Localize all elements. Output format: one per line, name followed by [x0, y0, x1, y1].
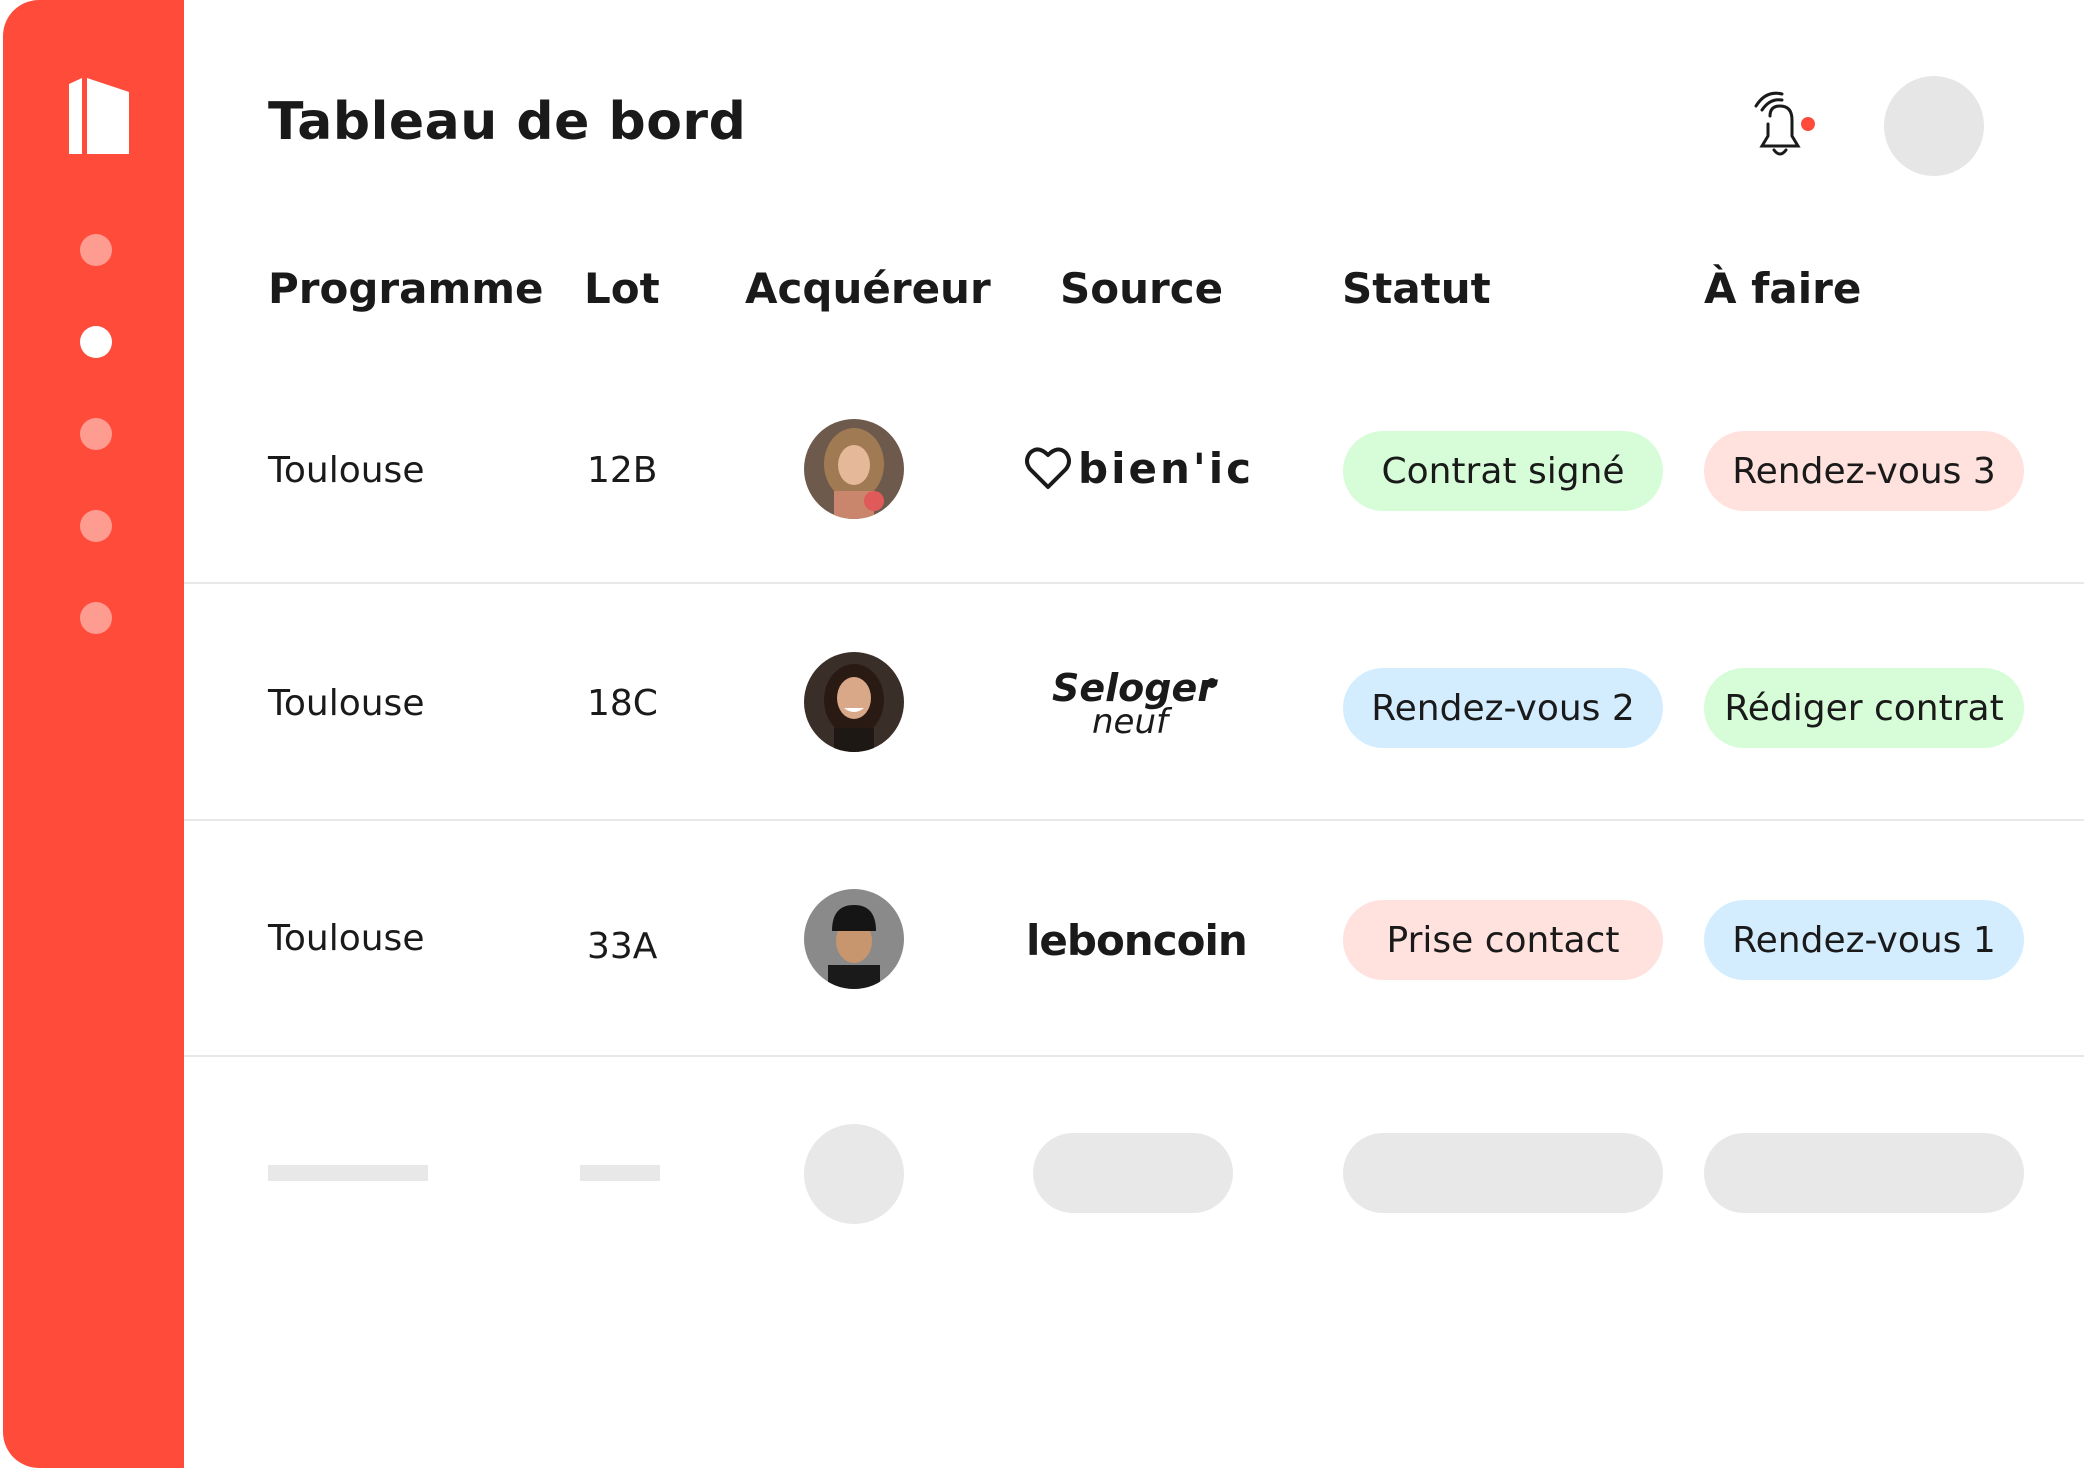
row-divider	[184, 1055, 2084, 1057]
source-logo-seloger-neuf: Seloger neuf	[1020, 655, 1250, 745]
column-header-statut: Statut	[1342, 264, 1491, 313]
skeleton-avatar	[804, 1124, 904, 1224]
sidebar-item-3[interactable]	[80, 418, 112, 450]
sidebar	[3, 0, 184, 1468]
source-name: leboncoin	[1026, 916, 1247, 965]
todo-badge[interactable]: Rendez-vous 3	[1704, 431, 2024, 511]
status-badge[interactable]: Contrat signé	[1343, 431, 1663, 511]
column-header-acquereur: Acquéreur	[745, 264, 991, 313]
todo-badge[interactable]: Rendez-vous 1	[1704, 900, 2024, 980]
source-logo-leboncoin: leboncoin	[1020, 895, 1250, 985]
row-divider	[184, 819, 2084, 821]
lot-cell: 12B	[587, 450, 658, 491]
sidebar-item-2-active[interactable]	[80, 326, 112, 358]
notification-bell-icon[interactable]	[1748, 88, 1820, 164]
buyer-avatar	[804, 652, 904, 752]
row-divider	[184, 582, 2084, 584]
skeleton-status	[1343, 1133, 1663, 1213]
brand-logo-icon[interactable]	[69, 78, 129, 154]
skeleton-todo	[1704, 1133, 2024, 1213]
column-header-source: Source	[1060, 264, 1224, 313]
programme-cell: Toulouse	[268, 683, 425, 724]
programme-cell: Toulouse	[268, 918, 425, 959]
programme-cell: Toulouse	[268, 450, 425, 491]
sidebar-item-5[interactable]	[80, 602, 112, 634]
status-badge[interactable]: Prise contact	[1343, 900, 1663, 980]
source-logo-bienici: bien'ici	[1020, 425, 1268, 515]
user-avatar[interactable]	[1884, 76, 1984, 176]
skeleton-lot	[580, 1165, 660, 1181]
sidebar-item-4[interactable]	[80, 510, 112, 542]
sidebar-item-1[interactable]	[80, 234, 112, 266]
buyer-avatar	[804, 889, 904, 989]
column-header-lot: Lot	[584, 264, 660, 313]
dashboard-app: Tableau de bord Programme Lot Acquéreur …	[0, 0, 2084, 1468]
skeleton-source	[1033, 1133, 1233, 1213]
page-title: Tableau de bord	[268, 92, 747, 152]
source-name-line2: neuf	[1092, 702, 1173, 742]
source-name: bien'ici	[1078, 444, 1250, 493]
column-header-a-faire: À faire	[1704, 264, 1862, 313]
lot-cell: 33A	[587, 926, 658, 967]
buyer-avatar	[804, 419, 904, 519]
column-header-programme: Programme	[268, 264, 544, 313]
lot-cell: 18C	[587, 683, 658, 724]
status-badge[interactable]: Rendez-vous 2	[1343, 668, 1663, 748]
todo-badge[interactable]: Rédiger contrat	[1704, 668, 2024, 748]
skeleton-programme	[268, 1165, 428, 1181]
